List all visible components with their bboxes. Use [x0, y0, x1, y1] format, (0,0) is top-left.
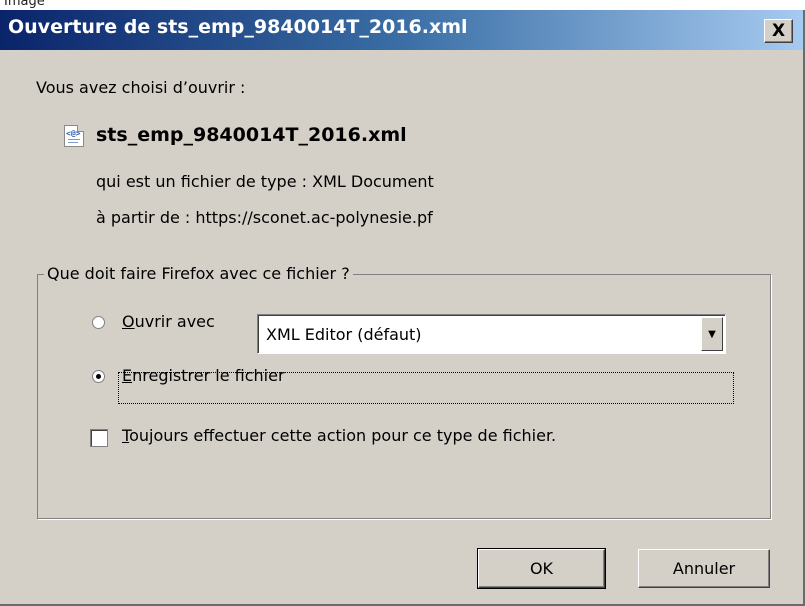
- save-file-label[interactable]: Enregistrer le fichier: [122, 366, 285, 385]
- cancel-button[interactable]: Annuler: [638, 549, 770, 588]
- save-file-label-text: nregistrer le fichier: [132, 366, 285, 385]
- save-file-accesskey: E: [122, 366, 133, 385]
- always-do-label-text: oujours effectuer cette action pour ce t…: [129, 426, 557, 445]
- radio-selected-dot: [96, 374, 101, 379]
- always-do-label[interactable]: Toujours effectuer cette action pour ce …: [122, 426, 556, 445]
- download-dialog: Ouverture de sts_emp_9840014T_2016.xml X…: [0, 10, 805, 606]
- open-with-app-value: XML Editor (défaut): [266, 325, 422, 344]
- file-source-row: à partir de : https://sconet.ac-polynesi…: [96, 208, 433, 227]
- save-file-radio[interactable]: [92, 370, 105, 383]
- action-group-legend: Que doit faire Firefox avec ce fichier ?: [44, 264, 353, 283]
- xml-file-icon: <@>: [64, 125, 84, 147]
- file-type-row: qui est un fichier de type : XML Documen…: [96, 172, 434, 191]
- open-with-accesskey: O: [122, 312, 135, 331]
- file-type-value: XML Document: [312, 172, 434, 191]
- file-type-label: qui est un fichier de type :: [96, 172, 308, 191]
- dropdown-button[interactable]: ▼: [701, 317, 723, 351]
- always-do-checkbox[interactable]: [90, 429, 108, 447]
- title-bar[interactable]: Ouverture de sts_emp_9840014T_2016.xml X: [0, 10, 803, 50]
- chevron-down-icon: ▼: [708, 328, 716, 340]
- open-with-app-select[interactable]: XML Editor (défaut) ▼: [257, 314, 726, 354]
- intro-text: Vous avez choisi d’ouvrir :: [36, 78, 246, 97]
- open-with-label-text: uvrir avec: [134, 312, 215, 331]
- dialog-title: Ouverture de sts_emp_9840014T_2016.xml: [8, 16, 468, 38]
- open-with-radio[interactable]: [92, 316, 105, 329]
- always-do-accesskey: T: [122, 426, 130, 445]
- file-source-label: à partir de :: [96, 208, 191, 227]
- file-name: sts_emp_9840014T_2016.xml: [96, 124, 407, 146]
- open-with-label[interactable]: Ouvrir avec: [122, 312, 215, 331]
- partial-image-label: Image: [4, 0, 45, 8]
- ok-button[interactable]: OK: [477, 548, 606, 589]
- close-icon: X: [771, 20, 786, 41]
- close-button[interactable]: X: [764, 19, 793, 43]
- file-source-value: https://sconet.ac-polynesie.pf: [195, 208, 433, 227]
